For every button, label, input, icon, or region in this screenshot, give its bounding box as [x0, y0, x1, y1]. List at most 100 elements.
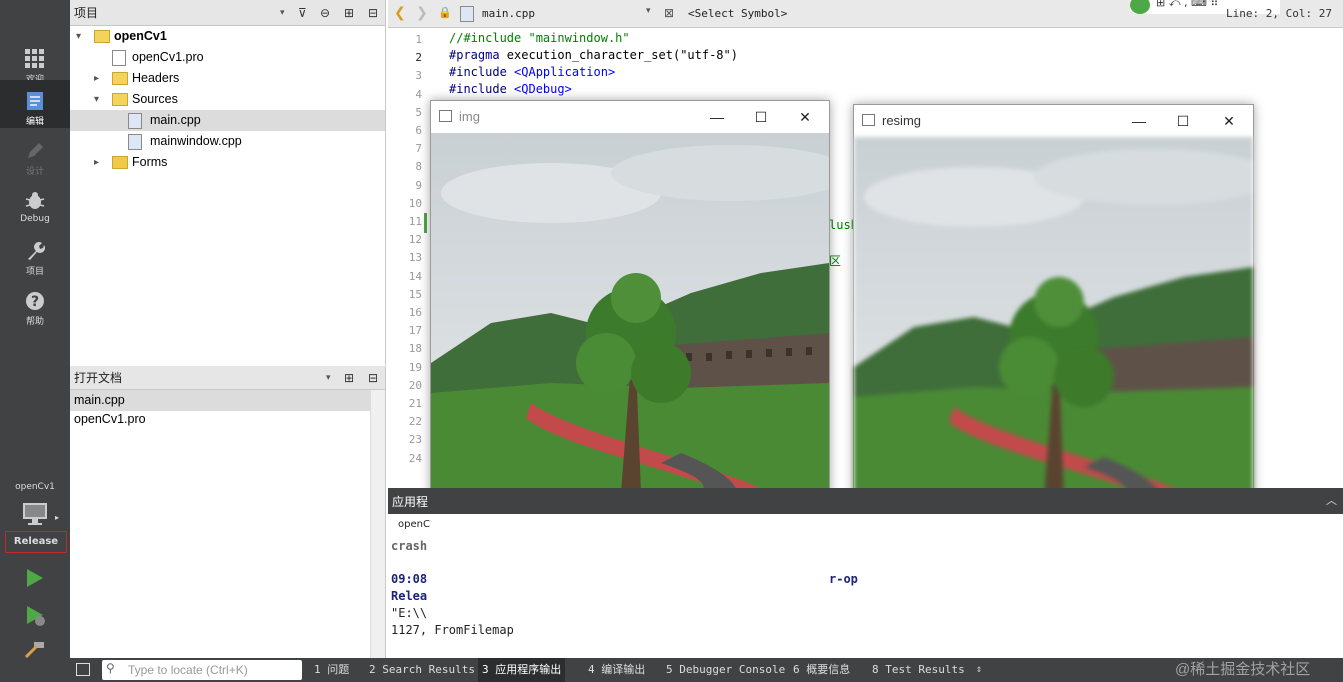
mode-label: 项目: [25, 267, 44, 277]
mode-sidebar: 欢迎 编辑 设计 Debug 项目 ? 帮助 openCv1 ▸ Release: [0, 0, 70, 659]
collapse-icon[interactable]: ︿: [1326, 492, 1337, 508]
code-line-3[interactable]: #include <QApplication>: [449, 65, 615, 79]
tab-general-messages[interactable]: 6 概要信息: [793, 658, 850, 682]
tree-item-sources[interactable]: ▾ Sources: [70, 89, 385, 110]
tree-item-main-cpp[interactable]: main.cpp: [70, 110, 385, 131]
mode-edit[interactable]: 编辑: [0, 80, 70, 128]
cursor-position: Line: 2, Col: 27: [1226, 7, 1332, 20]
tab-debugger-console[interactable]: 5 Debugger Console: [666, 658, 785, 682]
tree-item-project[interactable]: ▾ openCv1: [70, 26, 385, 47]
pro-file-icon: [112, 50, 126, 66]
line-number: 14: [408, 269, 422, 283]
minimize-button[interactable]: —: [697, 101, 737, 131]
open-docs-panel: 打开文档 ▾ ⊞ ⊟ main.cpp openCv1.pro: [70, 366, 386, 658]
tree-item-pro[interactable]: openCv1.pro: [70, 47, 385, 68]
ime-tools-icon[interactable]: ⊞ ⤺ , ⌨ ⠿: [1156, 0, 1218, 10]
close-button[interactable]: ✕: [785, 101, 825, 131]
window-titlebar[interactable]: img — ☐ ✕: [431, 101, 829, 133]
output-tab[interactable]: openC: [388, 514, 434, 536]
line-number: 12: [408, 233, 422, 247]
build-config-label[interactable]: Release: [5, 531, 67, 553]
mode-projects[interactable]: 项目: [0, 230, 70, 278]
editor-filename[interactable]: main.cpp: [482, 7, 535, 20]
kit-expand-icon[interactable]: ▸: [55, 513, 59, 522]
output-line: "E:\\: [391, 606, 428, 620]
editor-toolbar: ❮ ❯ 🔒 main.cpp ▾ ⊠ <Select Symbol> ⊞ ⤺ ,…: [388, 0, 1343, 28]
mode-debug[interactable]: Debug: [0, 180, 70, 228]
forward-arrow-icon[interactable]: ❯: [416, 5, 428, 21]
tree-item-forms[interactable]: ▸ Forms: [70, 152, 385, 173]
tree-item-headers[interactable]: ▸ Headers: [70, 68, 385, 89]
tab-compile-output[interactable]: 4 编译输出: [588, 658, 645, 682]
code-token: <QDebug>: [514, 82, 572, 96]
scrollbar[interactable]: [370, 390, 385, 658]
line-number: 20: [408, 378, 422, 392]
code-token: execution_character_set("utf-8"): [506, 48, 738, 62]
line-number: 2: [415, 51, 422, 65]
minimize-button[interactable]: —: [1119, 105, 1159, 135]
close-doc-icon[interactable]: ⊠: [664, 6, 674, 20]
maximize-button[interactable]: ☐: [741, 101, 781, 131]
mode-design[interactable]: 设计: [0, 130, 70, 178]
debug-run-button[interactable]: [24, 604, 48, 631]
back-arrow-icon[interactable]: ❮: [394, 5, 406, 21]
close-button[interactable]: ✕: [1209, 105, 1249, 135]
chevron-right-icon[interactable]: ▸: [94, 68, 99, 89]
line-number: 4: [415, 87, 422, 101]
line-number: 19: [408, 360, 422, 374]
output-title: 应用程: [392, 495, 429, 509]
tree-item-label: openCv1: [114, 29, 167, 43]
open-doc-item[interactable]: openCv1.pro: [70, 409, 370, 430]
open-docs-header: 打开文档 ▾ ⊞ ⊟: [70, 366, 385, 390]
window-titlebar[interactable]: resimg — ☐ ✕: [854, 105, 1253, 137]
tree-item-mainwindow-cpp[interactable]: mainwindow.cpp: [70, 131, 385, 152]
output-line: 1127, FromFilemap: [391, 623, 514, 637]
symbol-selector[interactable]: <Select Symbol>: [688, 7, 787, 20]
project-panel-header: 项目 ▾ ⊽ ⊖ ⊞ ⊟: [70, 0, 385, 26]
updown-icon[interactable]: ⇕: [976, 658, 982, 682]
output-line: Relea: [391, 589, 428, 603]
code-line-2[interactable]: #pragma execution_character_set("utf-8"): [449, 48, 738, 62]
split-icon[interactable]: ⊞: [344, 366, 354, 390]
chevron-down-icon[interactable]: ▾: [94, 89, 99, 110]
pencil-icon: [28, 143, 43, 158]
close-panel-icon[interactable]: ⊟: [368, 0, 378, 26]
mode-welcome[interactable]: 欢迎: [0, 38, 70, 86]
bug-icon: [25, 192, 45, 209]
code-directive: #include: [449, 65, 515, 79]
open-docs-title: 打开文档: [74, 371, 123, 385]
tab-issues[interactable]: 1 问题: [314, 658, 349, 682]
tab-app-output[interactable]: 3 应用程序输出: [478, 658, 566, 682]
tab-test-results[interactable]: 8 Test Results: [872, 658, 965, 682]
run-button[interactable]: [24, 567, 46, 592]
chevron-down-icon[interactable]: ▾: [76, 26, 81, 47]
tab-search-results[interactable]: 2 Search Results: [369, 658, 475, 682]
line-number: 15: [408, 287, 422, 301]
filter-icon[interactable]: ⊽: [298, 0, 307, 26]
mode-label: 帮助: [25, 317, 44, 327]
split-icon[interactable]: ⊞: [344, 0, 354, 26]
dropdown-icon[interactable]: ▾: [280, 0, 285, 26]
dropdown-icon[interactable]: ▾: [646, 6, 651, 16]
dropdown-icon[interactable]: ▾: [326, 366, 331, 390]
maximize-button[interactable]: ☐: [1163, 105, 1203, 135]
code-line-1[interactable]: //#include "mainwindow.h": [449, 31, 630, 45]
locate-input[interactable]: ⚲ Type to locate (Ctrl+K): [102, 660, 302, 680]
code-fragment: 区: [829, 254, 842, 268]
tree-item-label: mainwindow.cpp: [150, 134, 242, 148]
output-pane-header: 应用程 ︿: [388, 488, 1343, 514]
close-panel-icon[interactable]: ⊟: [368, 366, 378, 390]
line-number: 8: [415, 160, 422, 174]
mode-help[interactable]: ? 帮助: [0, 280, 70, 328]
chevron-right-icon[interactable]: ▸: [94, 152, 99, 173]
window-app-icon: [862, 114, 875, 126]
mode-label: 设计: [25, 167, 44, 177]
code-line-4[interactable]: #include <QDebug>: [449, 82, 572, 96]
monitor-icon[interactable]: [22, 502, 48, 525]
lock-icon: 🔒: [438, 6, 452, 19]
toggle-sidebar-icon[interactable]: [76, 663, 90, 676]
line-number: 3: [415, 69, 422, 83]
open-doc-item[interactable]: main.cpp: [70, 390, 370, 411]
kit-project-label: openCv1: [15, 482, 55, 492]
link-icon[interactable]: ⊖: [320, 0, 330, 26]
